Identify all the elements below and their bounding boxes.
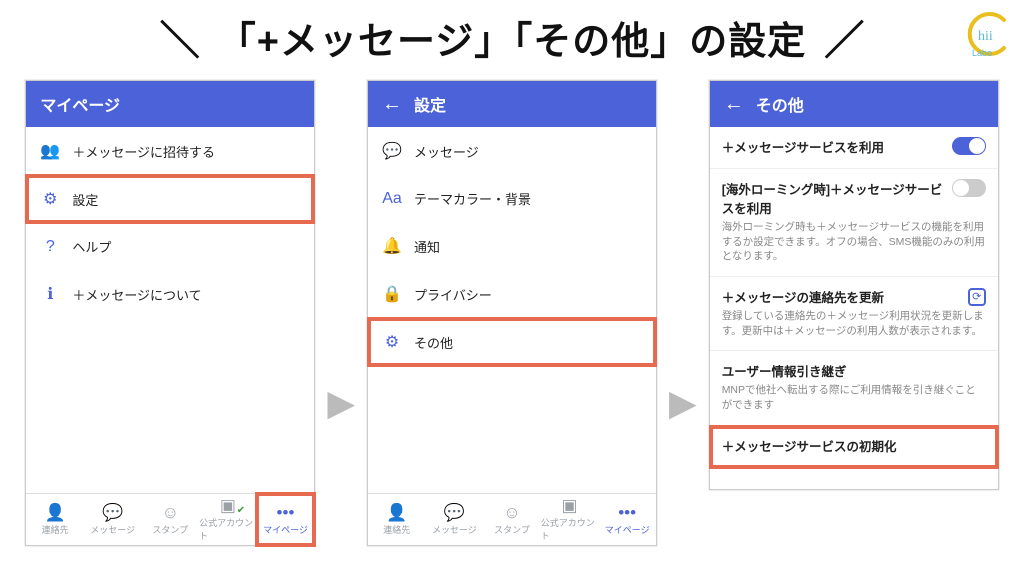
row-label: 設定 [72, 190, 98, 209]
row-label: ＋メッセージについて [72, 285, 201, 304]
row-about[interactable]: ℹ ＋メッセージについて [26, 270, 314, 318]
chat-icon: 💬 [382, 141, 402, 161]
row-settings[interactable]: ⚙ 設定 [26, 175, 314, 223]
nav-official[interactable]: ▣ ✔ 公式アカウント [199, 494, 257, 545]
badge-icon: ▣ [220, 497, 236, 514]
nav-label: マイページ [263, 523, 308, 536]
section-title: ＋メッセージサービスの初期化 [722, 436, 986, 455]
row-message[interactable]: 💬 メッセージ [368, 127, 656, 175]
nav-contacts[interactable]: 👤 連絡先 [368, 494, 426, 545]
screen-settings: ← 設定 💬 メッセージ Aa テーマカラー・背景 🔔 通知 🔒 プライバシー … [367, 80, 657, 546]
row-label: テーマカラー・背景 [414, 189, 531, 208]
section-roaming[interactable]: [海外ローミング時]＋メッセージサービスを利用 海外ローミング時も＋メッセージサ… [710, 169, 998, 277]
row-label: ＋メッセージに招待する [72, 142, 215, 161]
page-title: 「+メッセージ」「その他」の設定 [218, 10, 806, 65]
row-invite[interactable]: 👥 ＋メッセージに招待する [26, 127, 314, 175]
group-add-icon: 👥 [40, 141, 60, 161]
bell-icon: 🔔 [382, 236, 402, 256]
appbar-other: ← その他 [710, 81, 998, 127]
screen-other: ← その他 ＋メッセージサービスを利用 [海外ローミング時]＋メッセージサービス… [709, 80, 999, 490]
more-icon: ••• [277, 504, 295, 521]
row-other[interactable]: ⚙ その他 [368, 318, 656, 366]
smile-icon: ☺ [162, 504, 179, 521]
row-label: ヘルプ [72, 237, 111, 256]
chat-icon: 💬 [444, 504, 465, 521]
appbar-title: マイページ [40, 92, 120, 116]
appbar-mypage: マイページ [26, 81, 314, 127]
toggle-off[interactable] [952, 179, 986, 197]
page-title-wrap: ＼ 「+メッセージ」「その他」の設定 ／ [0, 0, 1024, 66]
row-privacy[interactable]: 🔒 プライバシー [368, 270, 656, 318]
nav-label: メッセージ [90, 523, 135, 536]
nav-label: マイページ [605, 523, 650, 536]
section-title: ユーザー情報引き継ぎ [722, 361, 986, 380]
smile-icon: ☺ [503, 504, 520, 521]
nav-contacts[interactable]: 👤 連絡先 [26, 494, 84, 545]
appbar-settings: ← 設定 [368, 81, 656, 127]
brand-logo: hii Labo [964, 10, 1012, 58]
section-reset-service[interactable]: ＋メッセージサービスの初期化 [710, 426, 998, 468]
back-icon[interactable]: ← [724, 94, 744, 114]
row-label: プライバシー [414, 285, 492, 304]
help-icon: ? [40, 238, 60, 256]
screen-mypage: マイページ 👥 ＋メッセージに招待する ⚙ 設定 ? ヘルプ ℹ ＋メッセージに… [25, 80, 315, 546]
check-icon: ✔ [237, 505, 245, 516]
nav-stamps[interactable]: ☺ スタンプ [142, 494, 200, 545]
section-title: [海外ローミング時]＋メッセージサービスを利用 [722, 179, 986, 217]
nav-mypage[interactable]: ••• マイページ [257, 494, 315, 545]
section-desc: MNPで他社へ転出する際にご利用情報を引き継ぐことができます [722, 383, 986, 412]
nav-label: 公式アカウント [541, 516, 599, 542]
appbar-title: 設定 [414, 92, 446, 116]
svg-text:hii: hii [978, 29, 993, 44]
row-label: メッセージ [414, 142, 479, 161]
gear-icon: ⚙ [382, 332, 402, 352]
nav-mypage[interactable]: ••• マイページ [598, 494, 656, 545]
toggle-on[interactable] [952, 137, 986, 155]
row-theme[interactable]: Aa テーマカラー・背景 [368, 175, 656, 222]
arrow-icon: ▶ [327, 382, 355, 424]
row-help[interactable]: ? ヘルプ [26, 223, 314, 270]
section-user-migration[interactable]: ユーザー情報引き継ぎ MNPで他社へ転出する際にご利用情報を引き継ぐことができま… [710, 351, 998, 425]
title-slash-right: ／ [824, 8, 864, 66]
badge-icon: ▣ [562, 497, 578, 514]
nav-messages[interactable]: 💬 メッセージ [84, 494, 142, 545]
gear-icon: ⚙ [40, 189, 60, 209]
bottom-nav: 👤 連絡先 💬 メッセージ ☺ スタンプ ▣ ✔ 公式アカウント ••• [26, 493, 314, 545]
row-label: その他 [414, 333, 453, 352]
person-icon: 👤 [45, 504, 66, 521]
nav-label: 連絡先 [383, 523, 410, 536]
title-slash-left: ＼ [160, 8, 200, 66]
svg-text:Labo: Labo [972, 48, 992, 58]
section-title: ＋メッセージの連絡先を更新 [722, 287, 986, 306]
person-icon: 👤 [386, 504, 407, 521]
back-icon[interactable]: ← [382, 94, 402, 114]
section-use-service[interactable]: ＋メッセージサービスを利用 [710, 127, 998, 169]
nav-messages[interactable]: 💬 メッセージ [426, 494, 484, 545]
section-refresh-contacts[interactable]: ⟳ ＋メッセージの連絡先を更新 登録している連絡先の＋メッセージ利用状況を更新し… [710, 277, 998, 351]
lock-icon: 🔒 [382, 284, 402, 304]
section-title: ＋メッセージサービスを利用 [722, 137, 986, 156]
nav-label: スタンプ [494, 523, 530, 536]
row-label: 通知 [414, 237, 440, 256]
more-icon: ••• [618, 504, 636, 521]
nav-official[interactable]: ▣ 公式アカウント [541, 494, 599, 545]
arrow-icon: ▶ [669, 382, 697, 424]
nav-label: 公式アカウント [199, 516, 257, 542]
nav-label: メッセージ [432, 523, 477, 536]
section-desc: 海外ローミング時も＋メッセージサービスの機能を利用するか設定できます。オフの場合… [722, 220, 986, 264]
section-desc: 登録している連絡先の＋メッセージ利用状況を更新します。更新中は＋メッセージの利用… [722, 309, 986, 338]
nav-label: スタンプ [152, 523, 188, 536]
theme-icon: Aa [382, 190, 402, 208]
chat-icon: 💬 [102, 504, 123, 521]
nav-stamps[interactable]: ☺ スタンプ [483, 494, 541, 545]
info-icon: ℹ [40, 284, 60, 304]
refresh-icon[interactable]: ⟳ [968, 288, 986, 306]
nav-label: 連絡先 [42, 523, 69, 536]
appbar-title: その他 [756, 92, 804, 116]
row-notify[interactable]: 🔔 通知 [368, 222, 656, 270]
bottom-nav: 👤 連絡先 💬 メッセージ ☺ スタンプ ▣ 公式アカウント ••• マ [368, 493, 656, 545]
